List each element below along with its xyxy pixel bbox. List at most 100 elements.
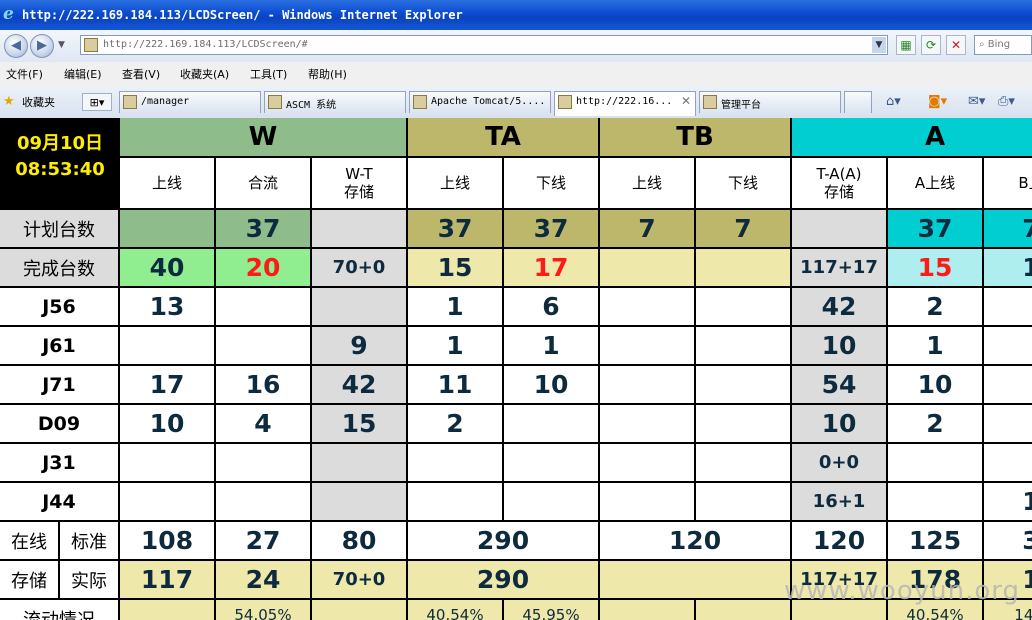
compatibility-view-button[interactable]: ▦ <box>896 35 916 55</box>
model-cell <box>504 483 600 522</box>
actual-cell: 117 <box>120 561 216 600</box>
menu-help[interactable]: 帮助(H) <box>308 66 347 82</box>
search-input[interactable]: ⌕ Bing <box>974 35 1032 55</box>
address-bar[interactable]: http://222.169.184.113/LCDScreen/# ▼ <box>80 35 888 55</box>
model-cell <box>600 405 696 444</box>
actual-cell: 70+0 <box>312 561 408 600</box>
model-cell <box>696 405 792 444</box>
flow-cell: 54.05% <box>216 600 312 620</box>
done-cell: 15 <box>888 249 984 288</box>
done-cell: 1 <box>984 249 1032 288</box>
model-label: J61 <box>0 327 120 366</box>
model-label: J31 <box>0 444 120 483</box>
model-cell: 11 <box>408 366 504 405</box>
actual-cell <box>600 561 792 600</box>
model-cell: 54 <box>792 366 888 405</box>
model-cell: 16 <box>216 366 312 405</box>
model-cell: 16+1 <box>792 483 888 522</box>
model-cell: 10 <box>792 327 888 366</box>
menu-view[interactable]: 查看(V) <box>122 66 160 82</box>
navigation-bar: ◀ ▶ ▼ http://222.169.184.113/LCDScreen/#… <box>0 30 1032 63</box>
model-label: J71 <box>0 366 120 405</box>
row-label-storage: 存储 <box>0 561 60 600</box>
model-label: J56 <box>0 288 120 327</box>
column-header: 下线 <box>696 158 792 210</box>
mail-icon[interactable]: ✉▾ <box>968 94 985 109</box>
menu-tools[interactable]: 工具(T) <box>250 66 287 82</box>
group-header: A <box>792 118 1032 158</box>
column-header: A上线 <box>888 158 984 210</box>
model-cell <box>504 444 600 483</box>
model-cell: 2 <box>888 405 984 444</box>
tab-management-platform[interactable]: 管理平台 <box>699 91 841 113</box>
model-cell: 42 <box>312 366 408 405</box>
menu-edit[interactable]: 编辑(E) <box>64 66 102 82</box>
model-cell <box>312 483 408 522</box>
lcd-board: 09月10日 08:53:40 W TA TB A 上线 合流 W-T 存储 上线 下线 上线 下线… <box>0 118 1032 620</box>
model-cell <box>696 327 792 366</box>
favorites-button[interactable]: 收藏夹 <box>22 94 55 110</box>
address-dropdown-icon[interactable]: ▼ <box>872 37 886 53</box>
model-cell <box>696 483 792 522</box>
tab-favicon-icon <box>558 95 572 109</box>
flow-cell <box>120 600 216 620</box>
model-cell: 17 <box>120 366 216 405</box>
plan-cell: 37 <box>216 210 312 249</box>
stop-button[interactable]: ✕ <box>946 35 966 55</box>
done-cell: 17 <box>504 249 600 288</box>
board-date: 09月10日 <box>16 133 104 154</box>
done-cell: 70+0 <box>312 249 408 288</box>
column-header: W-T 存储 <box>312 158 408 210</box>
plan-cell <box>792 210 888 249</box>
model-cell <box>120 327 216 366</box>
model-cell <box>600 444 696 483</box>
watermark: www.wooyun.org <box>783 576 1020 606</box>
menu-favorites[interactable]: 收藏夹(A) <box>180 66 229 82</box>
model-cell <box>696 288 792 327</box>
model-cell: 15 <box>312 405 408 444</box>
flow-cell <box>600 600 696 620</box>
forward-button[interactable]: ▶ <box>30 34 54 58</box>
address-url[interactable]: http://222.169.184.113/LCDScreen/# <box>103 36 308 54</box>
tab-lcdscreen[interactable]: http://222.16... ✕ <box>554 91 696 116</box>
model-cell: 4 <box>216 405 312 444</box>
done-cell: 40 <box>120 249 216 288</box>
tab-manager[interactable]: /manager <box>119 91 261 113</box>
done-cell <box>696 249 792 288</box>
model-cell <box>312 288 408 327</box>
column-header: 上线 <box>408 158 504 210</box>
new-tab-button[interactable] <box>844 91 872 113</box>
done-cell: 15 <box>408 249 504 288</box>
model-label: D09 <box>0 405 120 444</box>
back-button[interactable]: ◀ <box>4 34 28 58</box>
favorites-star-icon[interactable]: ★ <box>3 94 15 109</box>
plan-cell <box>312 210 408 249</box>
quick-tabs-button[interactable]: ⊞▾ <box>82 93 112 111</box>
model-cell: 9 <box>312 327 408 366</box>
page-favicon-icon <box>84 38 98 52</box>
tab-favicon-icon <box>123 95 137 109</box>
actual-cell: 290 <box>408 561 600 600</box>
group-header: W <box>120 118 408 158</box>
column-header: B上 <box>984 158 1032 210</box>
model-cell <box>216 444 312 483</box>
tab-ascm[interactable]: ASCM 系统 <box>264 91 406 113</box>
flow-cell <box>312 600 408 620</box>
feeds-icon[interactable]: ◙▾ <box>928 94 947 109</box>
refresh-button[interactable]: ⟳ <box>921 35 941 55</box>
model-cell: 1 <box>408 327 504 366</box>
print-icon[interactable]: ⎙▾ <box>998 94 1015 109</box>
menu-file[interactable]: 文件(F) <box>6 66 43 82</box>
history-dropdown-icon[interactable]: ▼ <box>58 40 65 50</box>
model-cell <box>984 405 1032 444</box>
plan-cell: 37 <box>504 210 600 249</box>
close-tab-icon[interactable]: ✕ <box>681 94 691 108</box>
model-cell: 6 <box>504 288 600 327</box>
tab-tomcat[interactable]: Apache Tomcat/5.... <box>409 91 551 113</box>
model-cell <box>120 483 216 522</box>
home-icon[interactable]: ⌂▾ <box>886 94 901 109</box>
model-cell <box>216 483 312 522</box>
model-cell: 13 <box>120 288 216 327</box>
model-cell <box>504 405 600 444</box>
done-cell <box>600 249 696 288</box>
